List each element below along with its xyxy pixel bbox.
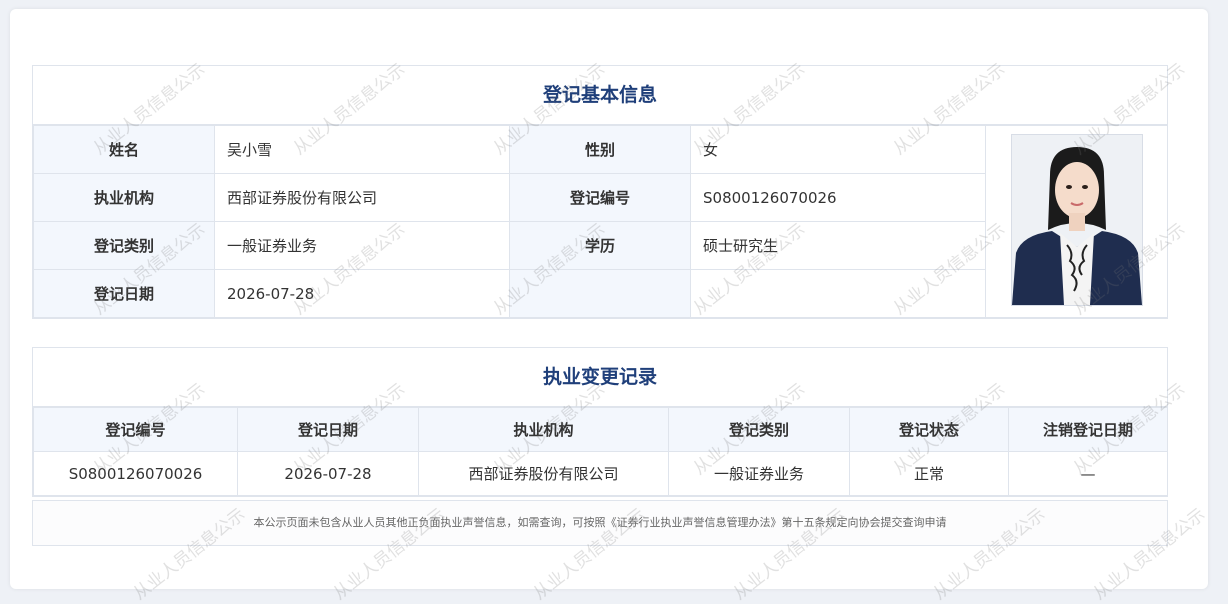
- basic-info-table: 姓名 吴小雪 性别 女 执业机构 西部证券股份有限公司 登记编号 S080012…: [33, 125, 1168, 318]
- label-empty: [509, 269, 691, 318]
- profile-photo: [1010, 133, 1143, 306]
- col-header: 注销登记日期: [1008, 407, 1168, 452]
- value-institution: 西部证券股份有限公司: [214, 173, 510, 222]
- cell-reg-date: 2026-07-28: [237, 451, 419, 496]
- label-education: 学历: [509, 221, 691, 270]
- table-row: 姓名 吴小雪 性别 女: [33, 125, 1168, 318]
- value-reg-category: 一般证券业务: [214, 221, 510, 270]
- value-reg-date: 2026-07-28: [214, 269, 510, 318]
- table-row: S0800126070026 2026-07-28 西部证券股份有限公司 一般证…: [33, 451, 1168, 496]
- cell-institution: 西部证券股份有限公司: [418, 451, 669, 496]
- basic-info-title: 登记基本信息: [33, 66, 1167, 125]
- label-name: 姓名: [33, 125, 215, 174]
- cell-reg-status: 正常: [849, 451, 1009, 496]
- label-reg-number: 登记编号: [509, 173, 691, 222]
- label-reg-category: 登记类别: [33, 221, 215, 270]
- label-reg-date: 登记日期: [33, 269, 215, 318]
- value-gender: 女: [690, 125, 986, 174]
- col-header: 登记类别: [668, 407, 850, 452]
- col-header: 登记编号: [33, 407, 238, 452]
- change-records-section: 执业变更记录 登记编号 登记日期 执业机构 登记类别 登记状态 注销登记日期 S…: [32, 347, 1168, 497]
- value-empty: [690, 269, 986, 318]
- col-header: 登记状态: [849, 407, 1009, 452]
- cell-cancel-date: —: [1008, 451, 1168, 496]
- cell-reg-category: 一般证券业务: [668, 451, 850, 496]
- value-reg-number: S0800126070026: [690, 173, 986, 222]
- table-header-row: 登记编号 登记日期 执业机构 登记类别 登记状态 注销登记日期: [33, 407, 1168, 452]
- basic-info-section: 登记基本信息 姓名 吴小雪 性别 女 执业机构 西部证券股份有限公司 登记编号 …: [32, 65, 1168, 319]
- photo-cell: [985, 125, 1168, 318]
- label-institution: 执业机构: [33, 173, 215, 222]
- value-education: 硕士研究生: [690, 221, 986, 270]
- cell-reg-number: S0800126070026: [33, 451, 238, 496]
- col-header: 执业机构: [418, 407, 669, 452]
- col-header: 登记日期: [237, 407, 419, 452]
- notice-text: 本公示页面未包含从业人员其他正负面执业声誉信息，如需查询，可按照《证券行业执业声…: [32, 500, 1168, 546]
- label-gender: 性别: [509, 125, 691, 174]
- change-records-title: 执业变更记录: [33, 348, 1167, 407]
- change-records-table: 登记编号 登记日期 执业机构 登记类别 登记状态 注销登记日期 S0800126…: [33, 407, 1168, 496]
- value-name: 吴小雪: [214, 125, 510, 174]
- person-photo-icon: [1011, 134, 1142, 305]
